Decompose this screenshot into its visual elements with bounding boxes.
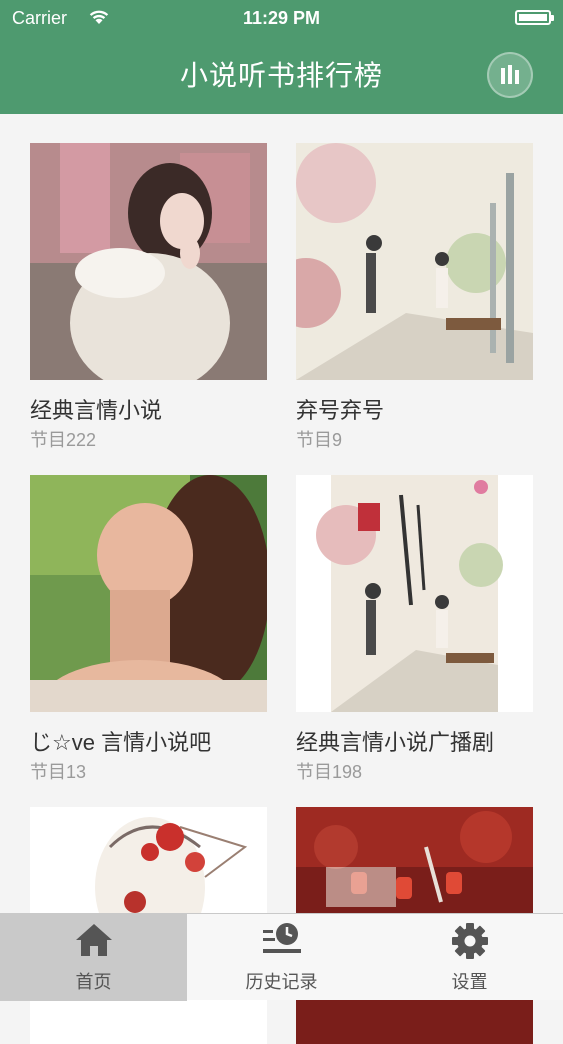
program-count: 节目9 [296, 430, 343, 450]
tab-settings[interactable]: 设置 [376, 914, 563, 1001]
clock: 11:29 PM [242, 8, 321, 28]
now-playing-bars-icon [501, 65, 519, 84]
program-cover-image [296, 475, 533, 712]
status-bar: Carrier 11:29 PM [0, 0, 563, 38]
tab-home[interactable]: 首页 [0, 914, 187, 1001]
program-count: 节目222 [30, 430, 97, 450]
nav-header: Carrier 11:29 PM 小说听书排行榜 [0, 0, 563, 114]
tab-label: 首页 [75, 972, 112, 992]
program-cover-image [296, 143, 533, 380]
program-title: 经典言情小说 [30, 398, 163, 423]
page-title: 小说听书排行榜 [179, 60, 383, 91]
tab-bar: 首页 历史记录 设置 [0, 913, 563, 1001]
program-title: 弃号弃号 [296, 398, 385, 423]
now-playing-button[interactable] [487, 52, 533, 98]
program-title: 经典言情小说广播剧 [296, 730, 495, 755]
program-count: 节目13 [30, 762, 87, 782]
program-title: じ☆ve 言情小说吧 [30, 730, 212, 755]
gear-icon [451, 923, 488, 959]
tab-history[interactable]: 历史记录 [187, 914, 376, 1001]
battery-icon [515, 10, 554, 25]
program-count: 节目198 [296, 762, 363, 782]
history-icon [262, 923, 301, 953]
program-cover-image [30, 475, 267, 712]
tab-label: 设置 [451, 972, 488, 992]
tab-label: 历史记录 [245, 972, 318, 992]
program-cover-image [30, 143, 267, 380]
home-icon [75, 924, 112, 956]
